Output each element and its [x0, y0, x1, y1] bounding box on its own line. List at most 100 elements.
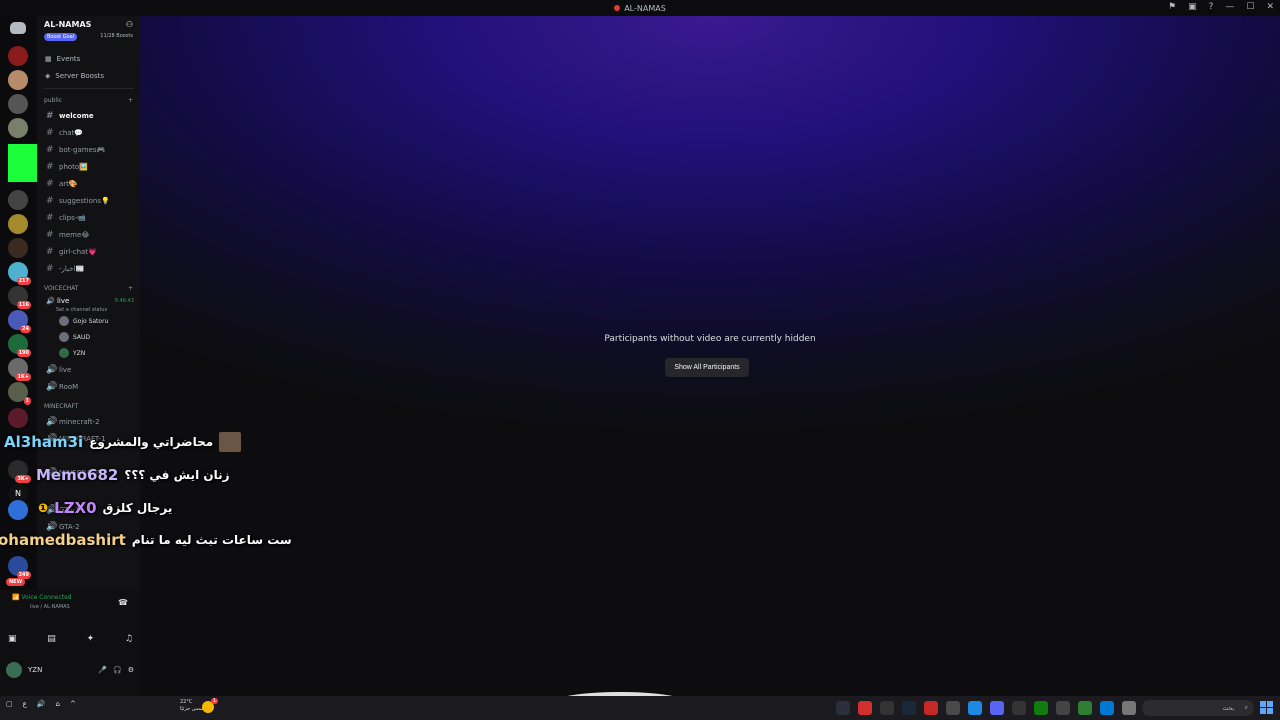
channel-item[interactable]: # -اخبار📰	[37, 260, 140, 277]
steam-icon[interactable]	[902, 701, 916, 715]
channel-item[interactable]: # girl-chat💗	[37, 243, 140, 260]
server-icon[interactable]: 116	[8, 286, 31, 309]
channel-item[interactable]: # photo🖼️	[37, 158, 140, 175]
voice-channel[interactable]: 🔊 live	[37, 361, 140, 378]
voice-channel[interactable]: 🔊 MINECRAFT-3	[37, 464, 140, 481]
channel-item[interactable]: # chat💬	[37, 124, 140, 141]
server-header[interactable]: AL-NAMAS ⚇ Boost Goal 11/28 Boosts	[37, 16, 140, 50]
boost-progress[interactable]: 11/28 Boosts	[100, 33, 133, 41]
store-icon[interactable]	[1122, 701, 1136, 715]
voice-channel[interactable]: 🔊 GTA-1	[37, 501, 140, 518]
channel-item[interactable]: # bot-games🎮	[37, 141, 140, 158]
microphone-icon[interactable]: 🎤	[98, 666, 107, 674]
voice-channel[interactable]: 🔊 RooM	[37, 378, 140, 395]
server-icon[interactable]	[8, 238, 28, 258]
boost-goal-badge[interactable]: Boost Goal	[44, 33, 78, 41]
app-icon[interactable]	[880, 701, 894, 715]
soundboard-icon[interactable]: ♫	[125, 634, 133, 644]
show-all-participants-button[interactable]: Show All Participants	[665, 358, 749, 377]
server-icon[interactable]	[8, 118, 28, 138]
user-bar[interactable]: YZN 🎤 🎧 ⚙	[6, 660, 134, 680]
add-user-icon[interactable]: ⚇	[126, 20, 133, 29]
discord-icon[interactable]	[990, 701, 1004, 715]
keyboard-layout-icon[interactable]: ع	[23, 700, 27, 708]
activities-icon[interactable]: ✦	[87, 634, 95, 644]
new-badge: NEW	[6, 578, 26, 586]
screen-share-icon[interactable]: ▤	[47, 634, 56, 644]
server-icon[interactable]	[8, 46, 28, 66]
disconnect-icon[interactable]: ☎	[118, 598, 128, 607]
chevron-up-icon[interactable]: ^	[70, 700, 76, 708]
server-icon[interactable]	[8, 500, 28, 520]
channel-name: clips-📹	[59, 213, 87, 222]
server-icon[interactable]: 217	[8, 262, 31, 285]
server-icon[interactable]	[8, 408, 28, 428]
tray-left: ▢ ع 🔊 ⌂ ^	[6, 700, 76, 708]
hash-icon: #	[46, 144, 54, 155]
add-channel-icon[interactable]: +	[128, 285, 133, 292]
server-name[interactable]: AL-NAMAS	[44, 20, 91, 29]
edge-icon[interactable]	[1100, 701, 1114, 715]
app-icon[interactable]	[858, 701, 872, 715]
nav-server-boosts[interactable]: ◈ Server Boosts	[37, 67, 140, 84]
taskbar-search[interactable]: بحث ⌕	[1142, 700, 1254, 716]
channel-name: welcome	[59, 111, 94, 120]
steam-icon[interactable]	[836, 701, 850, 715]
channel-item[interactable]: # art🎨	[37, 175, 140, 192]
server-icon[interactable]: 249	[8, 556, 31, 579]
calendar-icon: ▦	[45, 54, 52, 63]
close-icon[interactable]: ✕	[1266, 2, 1274, 12]
camera-icon[interactable]: ▣	[8, 634, 17, 644]
server-icon[interactable]	[8, 70, 28, 90]
inbox-icon[interactable]: ▣	[1188, 2, 1197, 12]
voice-location[interactable]: live / AL-NAMAS	[30, 604, 70, 610]
app-icon[interactable]	[946, 701, 960, 715]
voice-channel[interactable]: 🔊 minecraft-2	[37, 413, 140, 430]
voice-connected-label[interactable]: 📶 Voice Connected	[12, 594, 72, 601]
xbox-icon[interactable]	[1034, 701, 1048, 715]
server-icon[interactable]: 190	[8, 334, 31, 357]
nav-events[interactable]: ▦ Events	[37, 50, 140, 67]
channel-item[interactable]: # welcome	[37, 107, 140, 124]
server-icon[interactable]	[8, 214, 28, 234]
voice-channel-live[interactable]: 🔊 live 5:46:43 Set a channel status	[37, 295, 140, 313]
channel-item[interactable]: # meme😂	[37, 226, 140, 243]
voice-user[interactable]: YZN	[37, 345, 140, 361]
server-icon[interactable]: 1	[8, 382, 31, 405]
flag-icon[interactable]: ⚑	[1168, 2, 1176, 12]
voice-channel[interactable]: 🔊 GTA-2	[37, 518, 140, 535]
channel-item[interactable]: # suggestions💡	[37, 192, 140, 209]
category-minecraft[interactable]: MINECRAFT	[37, 399, 140, 413]
add-channel-icon[interactable]: +	[128, 97, 133, 104]
server-icon[interactable]	[8, 190, 28, 210]
minimize-icon[interactable]: —	[1225, 2, 1234, 12]
channel-item[interactable]: # clips-📹	[37, 209, 140, 226]
voice-user[interactable]: SAUD	[37, 329, 140, 345]
voice-stage: Participants without video are currently…	[140, 16, 1280, 698]
chrome-icon[interactable]	[1078, 701, 1092, 715]
voice-channel[interactable]: 🔊 MINECRAFT-1	[37, 430, 140, 447]
server-icon[interactable]: 24	[8, 310, 31, 333]
app-icon[interactable]	[1056, 701, 1070, 715]
app-icon[interactable]	[968, 701, 982, 715]
discord-home-icon[interactable]	[10, 22, 26, 34]
volume-icon[interactable]: 🔊	[37, 700, 46, 708]
maximize-icon[interactable]: ☐	[1246, 2, 1254, 12]
app-icon[interactable]	[1012, 701, 1026, 715]
network-icon[interactable]: ⌂	[56, 700, 60, 708]
help-icon[interactable]: ?	[1209, 2, 1214, 12]
server-icon[interactable]: 1K+	[8, 358, 31, 381]
avatar[interactable]	[6, 662, 22, 678]
notification-icon[interactable]: ▢	[6, 700, 13, 708]
category-public[interactable]: public +	[37, 93, 140, 107]
app-icon[interactable]	[924, 701, 938, 715]
username[interactable]: YZN	[28, 666, 42, 674]
server-icon[interactable]	[8, 94, 28, 114]
start-button[interactable]	[1260, 701, 1273, 714]
voice-user[interactable]: Gojo Satoru	[37, 313, 140, 329]
category-voicechat[interactable]: VOICECHAT +	[37, 281, 140, 295]
server-icon[interactable]: 3K+	[8, 460, 31, 483]
headphones-icon[interactable]: 🎧	[113, 666, 122, 674]
gear-icon[interactable]: ⚙	[128, 666, 134, 674]
hash-icon: #	[46, 246, 54, 257]
